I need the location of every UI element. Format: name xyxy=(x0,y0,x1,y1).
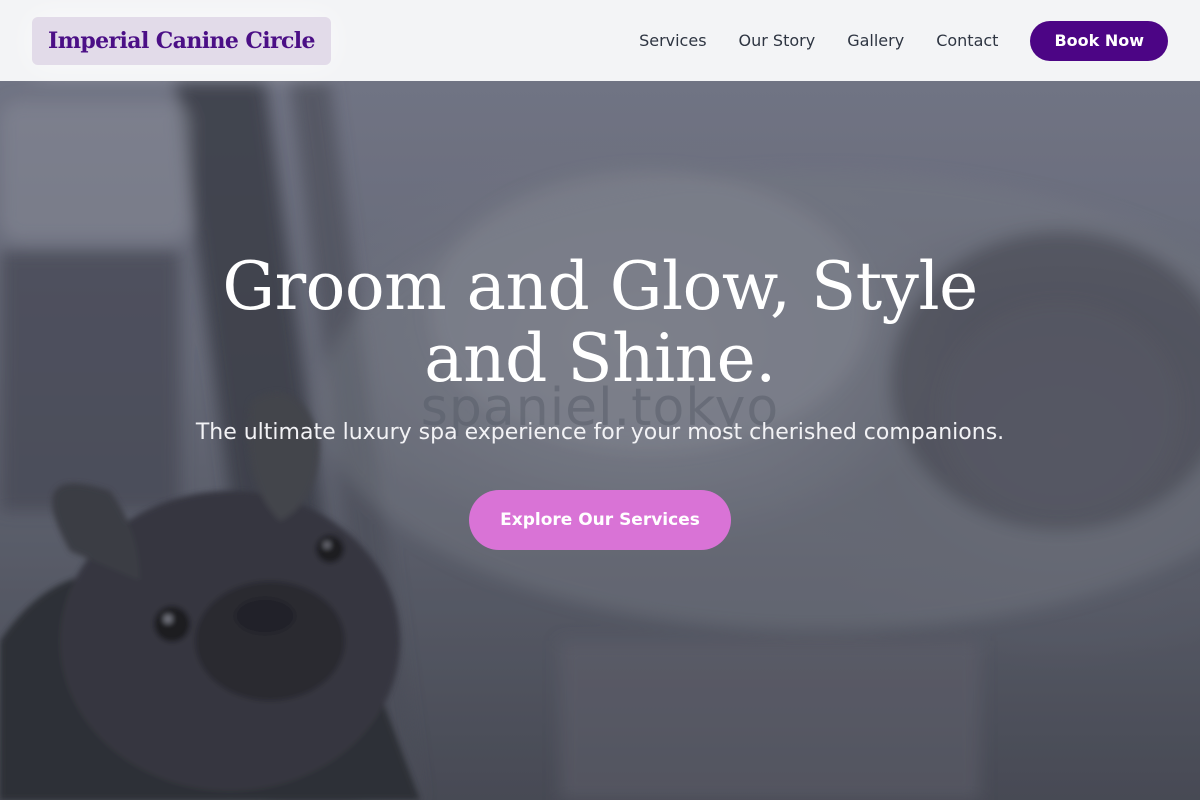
hero-title-line-2: and Shine. xyxy=(424,320,776,397)
nav-link-gallery[interactable]: Gallery xyxy=(847,31,904,50)
explore-services-button[interactable]: Explore Our Services xyxy=(469,490,731,550)
hero-section: spaniel.tokyo Groom and Glow, Style and … xyxy=(0,81,1200,800)
nav-link-services[interactable]: Services xyxy=(639,31,706,50)
site-header: Imperial Canine Circle Services Our Stor… xyxy=(0,0,1200,81)
hero-title-line-1: Groom and Glow, Style xyxy=(222,248,978,325)
nav-link-contact[interactable]: Contact xyxy=(936,31,998,50)
book-now-button[interactable]: Book Now xyxy=(1030,20,1168,61)
hero-title: Groom and Glow, Style and Shine. xyxy=(0,251,1200,395)
nav-link-our-story[interactable]: Our Story xyxy=(739,31,816,50)
site-logo[interactable]: Imperial Canine Circle xyxy=(32,16,331,65)
main-nav: Services Our Story Gallery Contact Book … xyxy=(639,20,1168,61)
hero-subtitle: The ultimate luxury spa experience for y… xyxy=(195,420,1005,445)
